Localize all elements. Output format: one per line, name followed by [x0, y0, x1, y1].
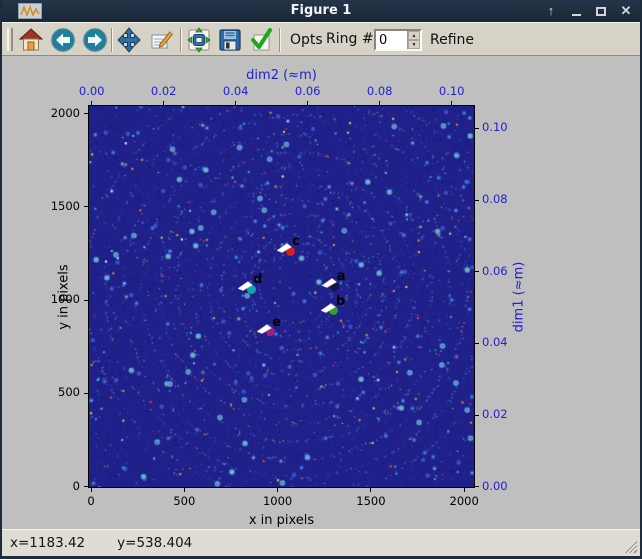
- top-tick-label: 0.08: [366, 84, 393, 98]
- right-tick-label: 0.10: [482, 120, 508, 135]
- toolbar-separator: [279, 28, 281, 52]
- right-tick-label: 0.04: [482, 335, 508, 350]
- right-tick-label: 0.06: [482, 263, 508, 278]
- bottom-tick-label: 500: [173, 494, 196, 508]
- titlebar[interactable]: Figure 1 ↑ ✕: [2, 0, 640, 22]
- ring-point-b-label: b: [335, 293, 346, 309]
- bottom-tick: [277, 487, 279, 492]
- left-tick-label: 2000: [50, 105, 80, 120]
- opts-button[interactable]: Opts: [290, 23, 323, 57]
- top-tick-label: 0.02: [150, 84, 177, 98]
- ring-point-c-label: c: [292, 234, 300, 250]
- cursor-x-readout: x=1183.42: [10, 535, 86, 551]
- top-tick: [307, 101, 309, 106]
- right-tick: [474, 199, 479, 201]
- right-tick: [474, 414, 479, 416]
- bottom-tick-label: 1500: [356, 494, 386, 508]
- minimize-button[interactable]: [568, 3, 584, 19]
- ring-number-label: Ring #: [326, 31, 374, 47]
- top-tick-label: 0.10: [438, 84, 465, 98]
- left-tick-label: 0: [72, 478, 80, 493]
- back-icon: [51, 28, 75, 52]
- top-axis-label: dim2 (≈m): [246, 68, 317, 83]
- back-button[interactable]: [48, 25, 78, 55]
- toolbar-separator: [111, 28, 113, 52]
- ring-point-d-label: d: [253, 272, 263, 288]
- right-tick-label: 0.00: [482, 478, 508, 493]
- bottom-tick-label: 2000: [449, 494, 479, 508]
- top-tick: [379, 101, 381, 106]
- right-tick: [474, 486, 479, 488]
- ring-number-spinbox: ▲ ▼: [374, 29, 422, 51]
- top-tick-label: 0.06: [294, 84, 321, 98]
- top-tick: [163, 101, 165, 106]
- right-tick-label: 0.08: [482, 192, 508, 206]
- left-tick: [84, 299, 89, 301]
- save-button[interactable]: [215, 25, 245, 55]
- resize-grip[interactable]: [622, 538, 638, 554]
- bottom-tick: [370, 487, 372, 492]
- close-button[interactable]: ✕: [618, 3, 634, 19]
- ring-number-input[interactable]: [376, 31, 407, 49]
- home-icon: [18, 28, 44, 51]
- statusbar: x=1183.42 y=538.404: [2, 529, 640, 556]
- top-tick: [91, 101, 93, 106]
- bottom-tick: [90, 487, 92, 492]
- right-tick: [474, 271, 479, 273]
- check-icon: [251, 28, 272, 51]
- top-tick: [451, 101, 453, 106]
- left-tick-label: 1500: [50, 198, 80, 213]
- maximize-button[interactable]: [593, 3, 609, 19]
- right-tick: [474, 342, 479, 344]
- right-tick-label: 0.02: [482, 407, 508, 422]
- ring-point-e-label: e: [272, 314, 281, 330]
- figure-window: Figure 1 ↑ ✕ Opts Ring # 0 ▲ ▼ Refine di…: [0, 0, 642, 559]
- save-icon: [219, 29, 241, 51]
- left-tick: [84, 486, 89, 488]
- maximize-icon: [596, 6, 606, 16]
- bottom-tick: [463, 487, 465, 492]
- spin-down-button[interactable]: ▼: [408, 40, 420, 49]
- toolbar-separator: [180, 28, 182, 52]
- subplots-button[interactable]: [184, 25, 214, 55]
- bottom-tick-label: 1000: [262, 494, 293, 508]
- apply-button[interactable]: [246, 25, 276, 55]
- home-button[interactable]: [16, 25, 46, 55]
- spin-up-button[interactable]: ▲: [408, 31, 420, 40]
- figure-canvas-area: dim2 (≈m) dim1 (≈m) x in pixels y in pix…: [2, 56, 640, 529]
- shade-button[interactable]: ↑: [543, 3, 559, 19]
- diffraction-image[interactable]: [88, 105, 475, 488]
- toolbar-grip[interactable]: [7, 28, 13, 51]
- forward-icon: [83, 28, 107, 52]
- bottom-tick-label: 0: [87, 494, 95, 508]
- left-tick-label: 500: [58, 385, 80, 400]
- zoom-rect-button[interactable]: [147, 25, 177, 55]
- top-tick-label: 0.04: [222, 84, 249, 98]
- left-tick: [84, 392, 89, 394]
- left-tick: [84, 206, 89, 208]
- top-tick-label: 0.00: [78, 84, 105, 98]
- pan-icon: [117, 27, 141, 53]
- refine-button[interactable]: Refine: [430, 23, 474, 57]
- toolbar: Opts Ring # ▲ ▼ Refine: [2, 22, 640, 56]
- right-tick: [474, 127, 479, 129]
- minimize-icon: [571, 14, 581, 16]
- forward-button[interactable]: [80, 25, 110, 55]
- ring-point-a-label: a: [336, 269, 346, 285]
- edit-note-icon: [151, 30, 174, 49]
- pan-button[interactable]: [114, 25, 144, 55]
- left-tick-label: 1000: [50, 292, 80, 307]
- cursor-y-readout: y=538.404: [117, 535, 193, 551]
- right-axis-label: dim1 (≈m): [511, 261, 527, 332]
- top-tick: [235, 101, 237, 106]
- bottom-axis-label: x in pixels: [248, 513, 315, 528]
- bottom-tick: [183, 487, 185, 492]
- subplots-icon: [187, 27, 211, 53]
- left-tick: [84, 113, 89, 114]
